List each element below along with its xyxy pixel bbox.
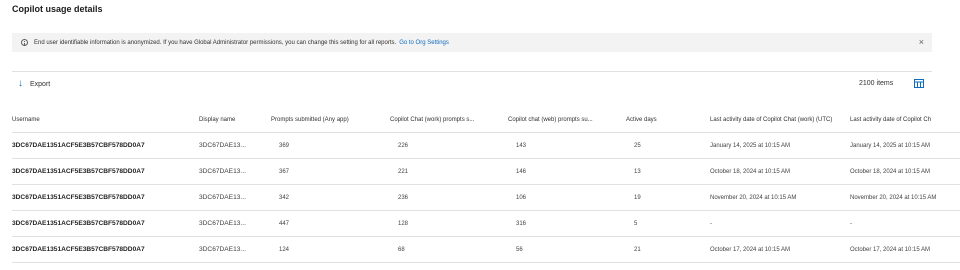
cell-display-name: 3DC67DAE13... (199, 132, 271, 159)
cell-prompts-any-app: 342 (271, 184, 390, 211)
cell-active-days: 21 (626, 236, 710, 263)
divider (12, 71, 932, 72)
cell-display-name: 3DC67DAE13... (199, 236, 271, 263)
cell-chat-work-prompts: 68 (390, 236, 508, 263)
close-icon[interactable]: × (919, 37, 924, 47)
column-options-icon[interactable] (914, 79, 924, 88)
info-banner: End user identifiable information is ano… (12, 33, 932, 52)
column-header-username[interactable]: Username (12, 108, 199, 133)
column-header-chat-web-prompts[interactable]: Copilot chat (web) prompts su... (508, 108, 626, 133)
cell-username: 3DC67DAE1351ACF5E3B57CBF578DD0A7 (12, 132, 199, 159)
org-settings-link[interactable]: Go to Org Settings (399, 40, 449, 46)
table-header-row: Username Display name Prompts submitted … (12, 108, 960, 133)
cell-chat-web-prompts: 146 (508, 158, 626, 185)
cell-chat-web-prompts: 106 (508, 184, 626, 211)
export-button[interactable]: ↓ Export (18, 79, 50, 89)
cell-last-activity-web: October 18, 2024 at 10:15 AM (850, 158, 960, 185)
column-header-last-activity-chat-web[interactable]: Last activity date of Copilot Ch (850, 108, 960, 133)
cell-last-activity-web: January 14, 2025 at 10:15 AM (850, 132, 960, 159)
download-arrow-icon: ↓ (18, 78, 23, 89)
cell-username: 3DC67DAE1351ACF5E3B57CBF578DD0A7 (12, 158, 199, 185)
column-header-active-days[interactable]: Active days (626, 108, 710, 133)
column-header-prompts-any-app[interactable]: Prompts submitted (Any app) (271, 108, 390, 133)
cell-last-activity-web: November 20, 2024 at 10:15 AM (850, 184, 960, 211)
cell-chat-work-prompts: 128 (390, 210, 508, 237)
cell-display-name: 3DC67DAE13... (199, 158, 271, 185)
column-header-last-activity-chat-work[interactable]: Last activity date of Copilot Chat (work… (710, 108, 850, 133)
table-row[interactable]: 3DC67DAE1351ACF5E3B57CBF578DD0A7 3DC67DA… (12, 132, 960, 159)
cell-chat-web-prompts: 316 (508, 210, 626, 237)
cell-chat-work-prompts: 226 (390, 132, 508, 159)
column-header-display-name[interactable]: Display name (199, 108, 271, 133)
items-count: 2100 items (859, 80, 894, 87)
cell-last-activity-web: October 17, 2024 at 10:15 AM (850, 236, 960, 263)
cell-active-days: 13 (626, 158, 710, 185)
info-icon (21, 39, 28, 46)
cell-username: 3DC67DAE1351ACF5E3B57CBF578DD0A7 (12, 184, 199, 211)
cell-username: 3DC67DAE1351ACF5E3B57CBF578DD0A7 (12, 210, 199, 237)
cell-chat-web-prompts: 56 (508, 236, 626, 263)
cell-last-activity-work: - (710, 210, 850, 237)
column-header-chat-work-prompts[interactable]: Copilot Chat (work) prompts s... (390, 108, 508, 133)
cell-prompts-any-app: 447 (271, 210, 390, 237)
page-title: Copilot usage details (12, 4, 103, 14)
cell-chat-web-prompts: 143 (508, 132, 626, 159)
export-label: Export (30, 80, 51, 88)
cell-prompts-any-app: 124 (271, 236, 390, 263)
cell-username: 3DC67DAE1351ACF5E3B57CBF578DD0A7 (12, 236, 199, 263)
cell-chat-work-prompts: 221 (390, 158, 508, 185)
cell-chat-work-prompts: 236 (390, 184, 508, 211)
cell-last-activity-web: - (850, 210, 960, 237)
banner-text: End user identifiable information is ano… (34, 39, 397, 46)
cell-prompts-any-app: 369 (271, 132, 390, 159)
cell-prompts-any-app: 367 (271, 158, 390, 185)
cell-active-days: 19 (626, 184, 710, 211)
table-row[interactable]: 3DC67DAE1351ACF5E3B57CBF578DD0A7 3DC67DA… (12, 184, 960, 211)
usage-table: Username Display name Prompts submitted … (12, 108, 960, 263)
cell-active-days: 5 (626, 210, 710, 237)
cell-active-days: 25 (626, 132, 710, 159)
table-row[interactable]: 3DC67DAE1351ACF5E3B57CBF578DD0A7 3DC67DA… (12, 236, 960, 263)
cell-last-activity-work: November 20, 2024 at 10:15 AM (710, 184, 850, 211)
cell-display-name: 3DC67DAE13... (199, 184, 271, 211)
cell-last-activity-work: January 14, 2025 at 10:15 AM (710, 132, 850, 159)
table-row[interactable]: 3DC67DAE1351ACF5E3B57CBF578DD0A7 3DC67DA… (12, 158, 960, 185)
cell-last-activity-work: October 18, 2024 at 10:15 AM (710, 158, 850, 185)
table-row[interactable]: 3DC67DAE1351ACF5E3B57CBF578DD0A7 3DC67DA… (12, 210, 960, 237)
cell-display-name: 3DC67DAE13... (199, 210, 271, 237)
cell-last-activity-work: October 17, 2024 at 10:15 AM (710, 236, 850, 263)
